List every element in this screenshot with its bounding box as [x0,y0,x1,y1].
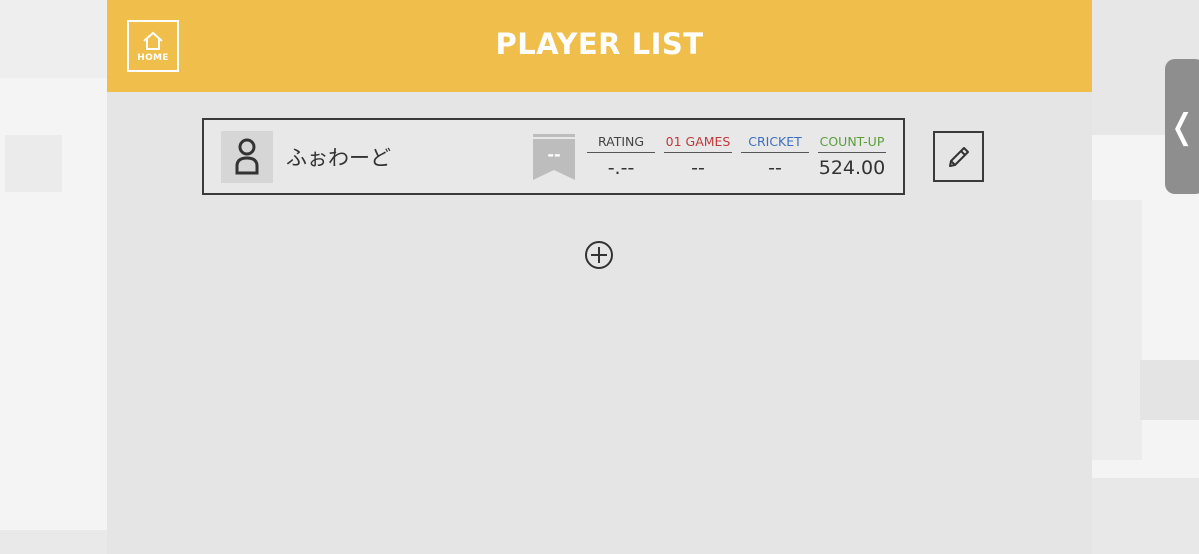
stat-cricket-label: CRICKET [741,134,809,153]
home-icon [143,31,163,50]
stat-rating: RATING -.-- [587,134,655,179]
background-tile [1092,478,1199,554]
rank-value: -- [547,145,561,164]
background-tile [0,530,107,554]
edit-player-button[interactable] [933,131,984,182]
plus-circle-icon [585,241,613,269]
player-card[interactable]: ふぉわーど -- RATING -.-- 01 GAMES -- CRICKET… [202,118,905,195]
stat-rating-value: -.-- [607,157,635,179]
stat-count-up-value: 524.00 [818,157,886,179]
stat-01-games-value: -- [691,157,705,179]
header-bar: PLAYER LIST HOME [107,0,1092,92]
background-tile [1140,360,1199,420]
background-tile [5,135,62,192]
side-drawer-tab[interactable]: ❬ [1165,59,1199,194]
page-title: PLAYER LIST [495,27,704,61]
stat-count-up-label: COUNT-UP [818,134,886,153]
add-player-button[interactable] [584,240,614,270]
stat-cricket-value: -- [768,157,782,179]
chevron-left-icon: ❬ [1167,106,1197,147]
background-tile [1092,200,1142,460]
stat-cricket: CRICKET -- [741,134,809,179]
stat-rating-label: RATING [587,134,655,153]
background-tile [0,0,107,78]
home-button[interactable]: HOME [127,20,179,72]
stat-01-games-label: 01 GAMES [664,134,732,153]
stat-01-games: 01 GAMES -- [664,134,732,179]
player-name: ふぉわーど [286,146,391,170]
person-icon [235,138,259,175]
avatar [221,131,273,183]
stat-count-up: COUNT-UP 524.00 [818,134,886,179]
home-label: HOME [137,53,169,63]
player-list-panel: PLAYER LIST HOME ふぉわーど -- RATING -.-- 01… [107,0,1092,554]
pencil-icon [948,146,969,167]
